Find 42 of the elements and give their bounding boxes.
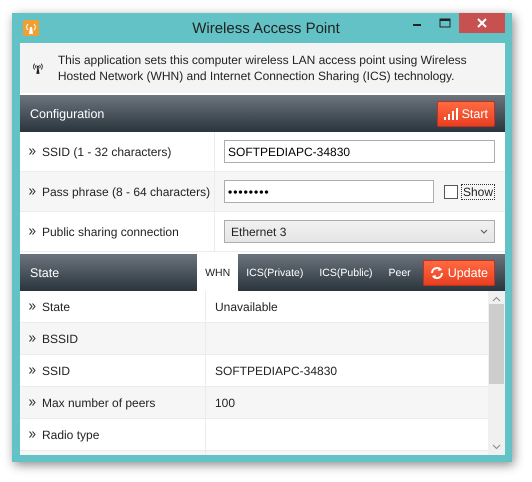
property-value: 100 (215, 396, 236, 410)
tab[interactable]: ICS(Public) (311, 254, 380, 291)
property-label: Radio type (42, 428, 100, 442)
connection-dropdown[interactable]: Ethernet 3 (224, 220, 495, 243)
field-label: Pass phrase (8 - 64 characters) (42, 184, 210, 198)
property-label: State (42, 300, 70, 314)
chevron-icon (29, 399, 36, 406)
chevron-icon (29, 335, 36, 342)
chevron-icon (29, 431, 36, 438)
chevron-icon (29, 148, 36, 155)
passphrase-input[interactable]: •••••••• (224, 180, 434, 203)
property-value: Unavailable (215, 300, 278, 314)
section-title: State (30, 266, 60, 280)
description-text: This application sets this computer wireless LAN access point using Wireless Hosted Network (WHN) and Internet Connection Sharing (ICS) technology. (58, 52, 468, 84)
tab[interactable]: WHN (197, 254, 238, 291)
section-title: Configuration (30, 106, 104, 120)
field-label: SSID (1 - 32 characters) (42, 144, 172, 158)
property-label: BSSID (42, 332, 78, 346)
chevron-icon (29, 228, 36, 235)
scroll-down-icon[interactable] (492, 444, 501, 450)
close-button[interactable] (459, 13, 505, 33)
refresh-icon (430, 266, 444, 280)
chevron-icon (29, 188, 36, 195)
property-value: SOFTPEDIAPC-34830 (215, 364, 338, 378)
ssid-input[interactable]: SOFTPEDIAPC-34830 (224, 140, 495, 163)
scrollbar[interactable] (488, 291, 505, 455)
property-label: Max number of peers (42, 396, 156, 410)
scroll-up-icon[interactable] (492, 296, 501, 302)
chevron-icon (29, 303, 36, 310)
property-label: SSID (42, 364, 70, 378)
checkbox-label[interactable]: Show (460, 184, 495, 200)
chevron-icon (29, 367, 36, 374)
field-label: Public sharing connection (42, 224, 179, 238)
caret-icon (480, 229, 488, 234)
signal-icon (444, 108, 458, 120)
window-title: Wireless Access Point (191, 20, 341, 36)
app-icon (23, 20, 39, 36)
close-icon (477, 18, 487, 28)
tab[interactable]: ICS(Private) (238, 254, 312, 291)
checkbox[interactable] (444, 184, 458, 198)
maximize-icon (439, 18, 451, 28)
tab[interactable]: Peer (380, 254, 419, 291)
